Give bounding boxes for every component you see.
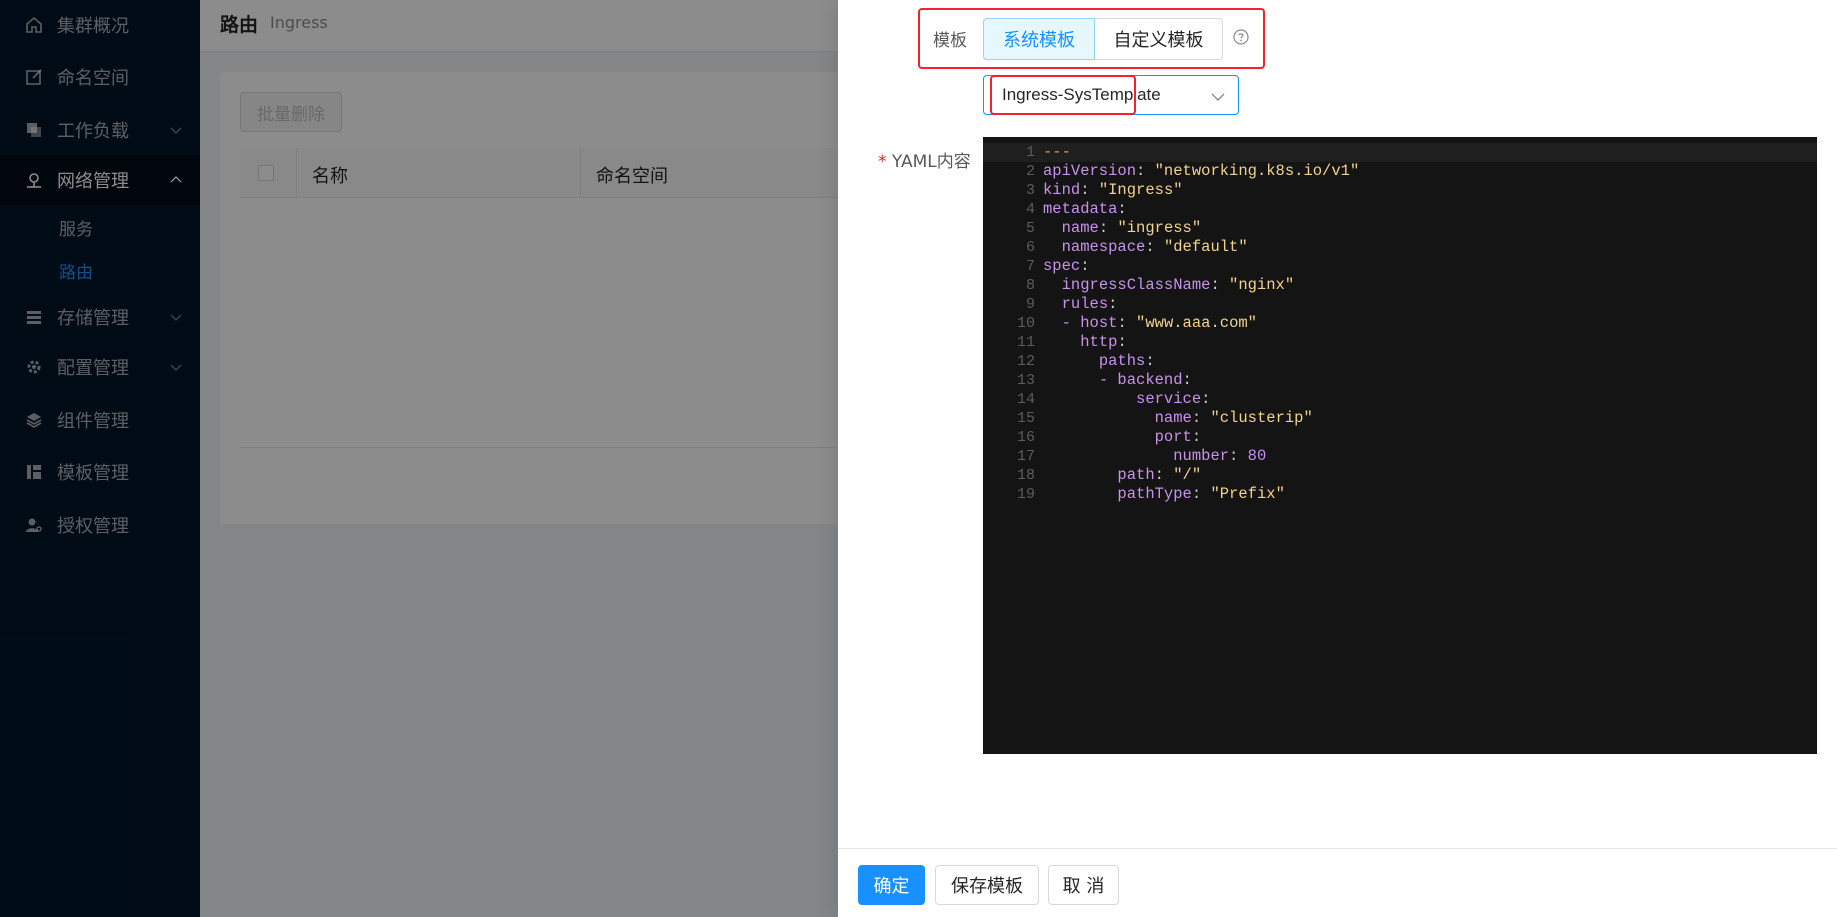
line-number: 14: [1016, 391, 1035, 408]
line-number: 18: [1016, 467, 1035, 484]
editor-line: 13 - backend:: [983, 371, 1817, 390]
line-code: service:: [1136, 390, 1211, 408]
line-number: 15: [1016, 410, 1035, 427]
line-number: 8: [1025, 277, 1035, 294]
line-code: pathType: "Prefix": [1117, 485, 1285, 503]
cancel-button[interactable]: 取 消: [1048, 865, 1119, 905]
line-number: 4: [1025, 201, 1035, 218]
yaml-label: * YAML内容: [878, 152, 971, 172]
line-code: namespace: "default": [1061, 238, 1248, 256]
template-label: 模板: [933, 31, 967, 51]
line-number: 6: [1025, 239, 1035, 256]
save-template-button[interactable]: 保存模板: [935, 865, 1039, 905]
line-code: number: 80: [1173, 447, 1267, 465]
chevron-down-icon: [1211, 93, 1225, 101]
line-code: name: "ingress": [1061, 219, 1202, 237]
editor-line: 18 path: "/": [983, 466, 1817, 485]
line-number: 10: [1016, 315, 1035, 332]
editor-line: 8 ingressClassName: "nginx": [983, 276, 1817, 295]
editor-line: 9 rules:: [983, 295, 1817, 314]
editor-line: 12 paths:: [983, 352, 1817, 371]
line-number: 3: [1025, 182, 1035, 199]
editor-line: 15 name: "clusterip": [983, 409, 1817, 428]
template-type-toggle: 系统模板 自定义模板: [983, 18, 1223, 60]
line-number: 11: [1016, 334, 1035, 351]
system-template-button[interactable]: 系统模板: [983, 18, 1095, 60]
highlight-box-select: [990, 75, 1136, 115]
line-code: spec:: [1043, 257, 1090, 275]
line-number: 16: [1016, 429, 1035, 446]
line-number: 19: [1016, 486, 1035, 503]
drawer-footer: 确定 保存模板 取 消: [838, 848, 1837, 917]
line-code: paths:: [1098, 352, 1155, 370]
line-number: 5: [1025, 220, 1035, 237]
custom-template-button[interactable]: 自定义模板: [1095, 18, 1223, 60]
editor-line: 3 kind: "Ingress": [983, 181, 1817, 200]
line-code: kind: "Ingress": [1043, 181, 1183, 199]
line-code: http:: [1080, 333, 1127, 351]
line-code: name: "clusterip": [1154, 409, 1313, 427]
editor-line: 7 spec:: [983, 257, 1817, 276]
editor-line: 11 http:: [983, 333, 1817, 352]
line-number: 9: [1025, 296, 1035, 313]
line-number: 17: [1016, 448, 1035, 465]
editor-line: 19 pathType: "Prefix": [983, 485, 1817, 504]
line-number: 2: [1025, 163, 1035, 180]
editor-line: 16 port:: [983, 428, 1817, 447]
yaml-editor[interactable]: 1 --- 2 apiVersion: "networking.k8s.io/v1" 3…: [983, 137, 1817, 754]
editor-line: 2 apiVersion: "networking.k8s.io/v1": [983, 162, 1817, 181]
line-code: metadata:: [1043, 200, 1127, 218]
line-code: - host: "www.aaa.com": [1061, 314, 1257, 332]
line-code: ---: [1043, 143, 1071, 161]
editor-line: 5 name: "ingress": [983, 219, 1817, 238]
line-code: - backend:: [1098, 371, 1192, 389]
line-number: 7: [1025, 258, 1035, 275]
editor-line: 6 namespace: "default": [983, 238, 1817, 257]
editor-line: 4 metadata:: [983, 200, 1817, 219]
editor-line: 14 service:: [983, 390, 1817, 409]
editor-line: 10 - host: "www.aaa.com": [983, 314, 1817, 333]
confirm-button[interactable]: 确定: [858, 865, 925, 905]
line-number: 12: [1016, 353, 1035, 370]
line-code: path: "/": [1117, 466, 1202, 484]
line-code: port:: [1154, 428, 1202, 446]
line-number: 1: [1025, 144, 1035, 161]
question-circle-icon[interactable]: [1233, 29, 1249, 45]
editor-line: 17 number: 80: [983, 447, 1817, 466]
line-code: apiVersion: "networking.k8s.io/v1": [1043, 162, 1360, 180]
editor-line: 1 ---: [983, 143, 1817, 162]
line-code: rules:: [1061, 295, 1118, 313]
line-number: 13: [1016, 372, 1035, 389]
line-code: ingressClassName: "nginx": [1061, 276, 1295, 294]
create-ingress-drawer: 模板 系统模板 自定义模板 Ingress-SysTemplate * YAML…: [838, 0, 1837, 917]
